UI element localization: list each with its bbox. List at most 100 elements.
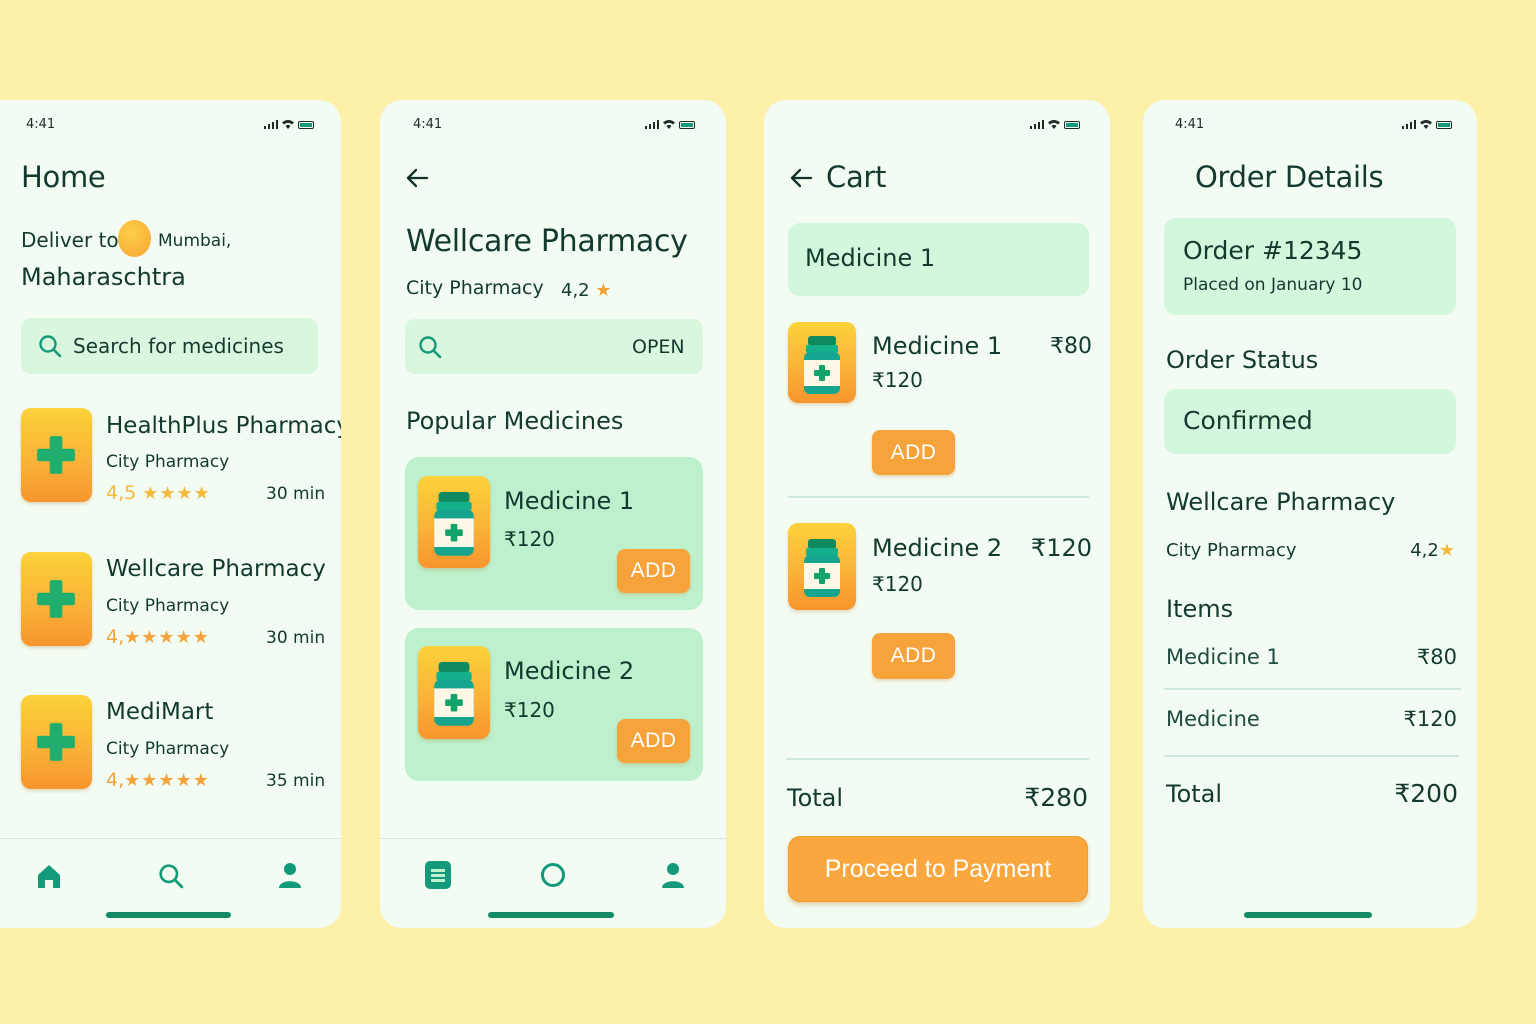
star-icon: ★ xyxy=(595,280,612,301)
rating-value: 4,2 xyxy=(1410,540,1439,561)
home-indicator xyxy=(488,912,614,918)
orders-icon-line xyxy=(431,879,445,882)
wifi-icon xyxy=(1048,120,1060,129)
pharmacy-list-item[interactable]: HealthPlus Pharmacy City Pharmacy 4,5 ★★… xyxy=(0,405,341,510)
status-icons xyxy=(1030,119,1080,129)
star-icon: ★★★★★ xyxy=(124,770,210,791)
page-title: Home xyxy=(21,160,106,194)
search-icon xyxy=(38,334,62,358)
pharmacy-name: Wellcare Pharmacy xyxy=(106,556,326,582)
wifi-icon xyxy=(1420,120,1432,129)
pill-bottle-icon xyxy=(802,336,842,396)
orders-icon-line xyxy=(431,874,445,877)
status-icons xyxy=(264,119,314,129)
rating-value: 4, xyxy=(106,626,125,648)
medical-cross-icon xyxy=(35,721,77,763)
open-status-badge: OPEN xyxy=(632,336,685,358)
back-arrow-icon[interactable] xyxy=(789,166,813,190)
status-icons xyxy=(645,119,695,129)
cart-item-name: Medicine 1 xyxy=(872,332,1003,360)
cart-item-total: ₹120 xyxy=(1030,534,1092,562)
location-state[interactable]: Maharaschtra xyxy=(21,263,186,291)
order-id: Order #12345 xyxy=(1183,236,1363,265)
home-screen: 4:41 Home Deliver to Mumbai, Maharaschtr… xyxy=(0,100,341,928)
divider xyxy=(788,496,1089,498)
search-input[interactable]: OPEN xyxy=(405,319,703,374)
search-icon xyxy=(418,335,442,359)
orders-icon-line xyxy=(431,869,445,872)
location-pin-icon[interactable] xyxy=(118,220,151,257)
rating-value: 4, xyxy=(106,769,125,791)
pharmacy-list-item[interactable]: MediMart City Pharmacy 4,★★★★★ 35 min xyxy=(0,692,341,797)
delivery-time: 30 min xyxy=(266,484,326,504)
battery-icon xyxy=(679,121,695,129)
cart-header-item: Medicine 1 xyxy=(788,223,1089,296)
bottom-nav xyxy=(0,838,341,928)
cart-item-total: ₹80 xyxy=(1050,334,1092,359)
status-icons xyxy=(1402,119,1452,129)
medicine-card[interactable]: Medicine 1 ₹120 ADD xyxy=(405,457,703,610)
pharmacy-name: MediMart xyxy=(106,699,214,725)
medical-cross-icon xyxy=(35,578,77,620)
proceed-to-payment-button[interactable]: Proceed to Payment xyxy=(788,836,1088,902)
cart-header-label: Medicine 1 xyxy=(805,244,936,272)
pill-bottle-icon xyxy=(432,492,476,558)
battery-icon xyxy=(1436,121,1452,129)
add-button[interactable]: ADD xyxy=(872,633,955,679)
signal-icon xyxy=(645,120,659,129)
cart-screen: Cart Medicine 1 Medicine 1 ₹120 ₹80 ADD … xyxy=(764,100,1110,928)
battery-icon xyxy=(1064,121,1080,129)
order-item-price: ₹120 xyxy=(1403,707,1457,731)
medicine-card[interactable]: Medicine 2 ₹120 ADD xyxy=(405,628,703,781)
divider xyxy=(1164,755,1459,757)
status-time: 4:41 xyxy=(26,117,56,132)
wifi-icon xyxy=(663,120,675,129)
search-placeholder: Search for medicines xyxy=(73,334,284,358)
search-input[interactable]: Search for medicines xyxy=(21,318,318,374)
star-icon: ★ xyxy=(1438,540,1455,561)
order-placed-date: Placed on January 10 xyxy=(1183,275,1363,295)
profile-icon[interactable] xyxy=(278,861,302,889)
pharmacy-type: City Pharmacy xyxy=(1166,540,1297,561)
explore-icon[interactable] xyxy=(541,863,565,887)
signal-icon xyxy=(264,120,278,129)
pharmacy-list-item[interactable]: Wellcare Pharmacy City Pharmacy 4,★★★★★ … xyxy=(0,549,341,654)
order-item-name: Medicine 1 xyxy=(1166,645,1280,669)
location-city: Mumbai, xyxy=(158,231,232,251)
pill-bottle-icon xyxy=(802,539,842,599)
rating-value: 4,5 xyxy=(106,482,137,504)
orders-icon[interactable] xyxy=(425,861,451,889)
delivery-time: 30 min xyxy=(266,628,326,648)
add-button[interactable]: ADD xyxy=(617,719,690,763)
back-arrow-icon[interactable] xyxy=(405,166,429,190)
status-time: 4:41 xyxy=(413,117,443,132)
profile-icon[interactable] xyxy=(661,861,685,889)
add-button[interactable]: ADD xyxy=(617,549,690,593)
pharmacy-screen: 4:41 Wellcare Pharmacy City Pharmacy 4,2… xyxy=(380,100,726,928)
pharmacy-type: City Pharmacy xyxy=(106,452,230,472)
delivery-time: 35 min xyxy=(266,771,326,791)
cart-item-name: Medicine 2 xyxy=(872,534,1003,562)
cart-item-price: ₹120 xyxy=(872,368,923,392)
add-button[interactable]: ADD xyxy=(872,430,955,475)
total-value: ₹280 xyxy=(1024,783,1088,812)
pharmacy-logo xyxy=(21,552,92,646)
divider xyxy=(786,758,1089,760)
pharmacy-title: Wellcare Pharmacy xyxy=(406,224,688,259)
signal-icon xyxy=(1402,120,1416,129)
pharmacy-type: City Pharmacy xyxy=(106,739,230,759)
pharmacy-name: HealthPlus Pharmacy xyxy=(106,413,341,439)
status-time: 4:41 xyxy=(1175,117,1205,132)
medicine-image xyxy=(788,322,856,403)
pharmacy-type: City Pharmacy xyxy=(406,277,544,299)
wifi-icon xyxy=(282,120,294,129)
star-icon: ★★★★★ xyxy=(124,627,210,648)
order-status-value: Confirmed xyxy=(1183,406,1313,435)
home-icon[interactable] xyxy=(36,863,62,889)
order-summary-card: Order #12345 Placed on January 10 xyxy=(1164,218,1456,315)
medicine-image xyxy=(418,646,490,739)
search-icon[interactable] xyxy=(158,863,184,889)
order-item-price: ₹80 xyxy=(1416,645,1457,669)
bottom-nav xyxy=(380,838,726,928)
pharmacy-name: Wellcare Pharmacy xyxy=(1166,488,1396,516)
